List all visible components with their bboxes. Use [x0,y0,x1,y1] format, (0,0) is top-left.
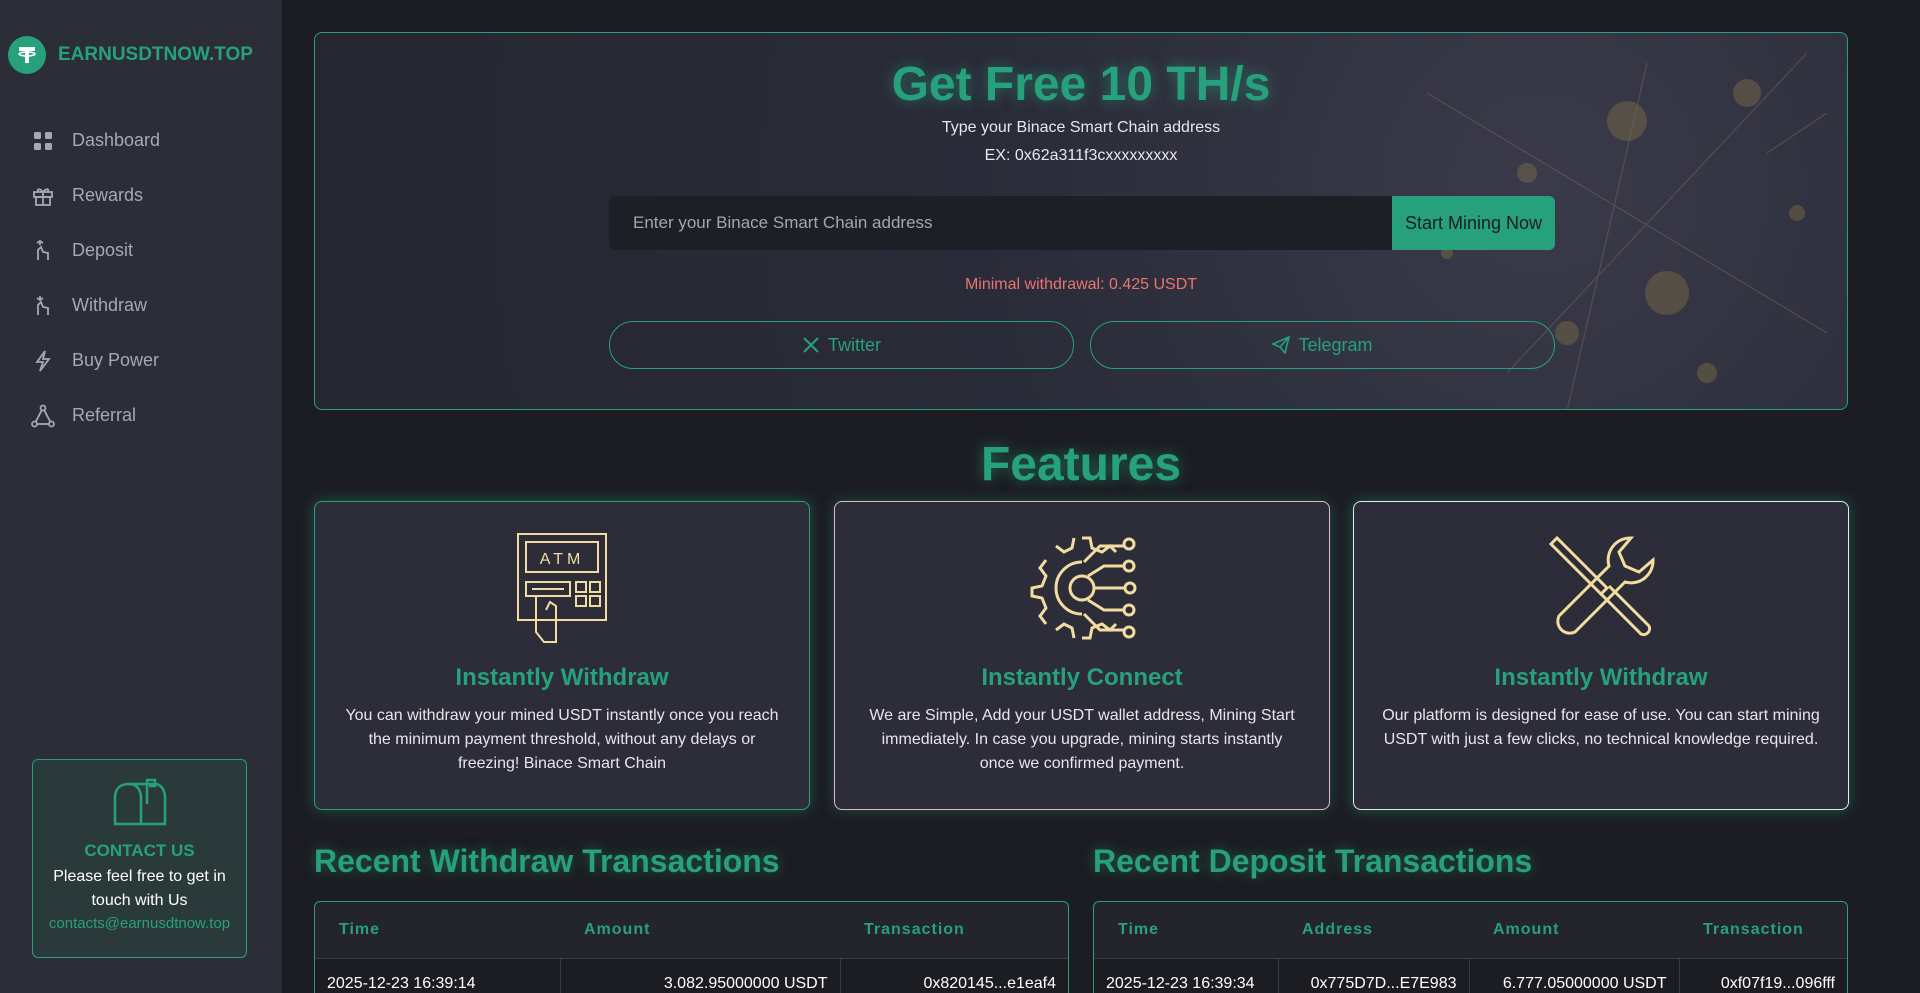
sidebar-item-label: Dashboard [72,130,161,150]
feature-card: Instantly Connect We are Simple, Add you… [834,501,1330,810]
transaction-link[interactable]: 0xf07f19...096fff [1679,958,1847,993]
column-header[interactable]: Address [1278,902,1469,959]
svg-text:ATM: ATM [540,551,585,568]
sidebar-item-withdraw[interactable]: Withdraw [30,278,160,333]
tether-icon [8,36,46,74]
hero-title: Get Free 10 TH/s [891,58,1271,111]
brand-name: EARNUSDTNOW.TOP [58,44,253,65]
sidebar-item-label: Rewards [72,185,144,205]
column-header[interactable]: Time [315,902,560,959]
sidebar-item-label: Withdraw [72,295,148,315]
tools-icon [1354,532,1848,644]
feature-title: Instantly Connect [981,664,1183,691]
hero-panel: Get Free 10 TH/s Type your Binace Smart … [314,32,1848,410]
start-mining-button[interactable]: Start Mining Now [1392,196,1555,250]
table-cell: 3.082.95000000 USDT [560,958,841,993]
sidebar-item-referral[interactable]: Referral [30,388,160,443]
table-row: 2025-12-23 16:39:14 3.082.95000000 USDT … [315,958,1068,993]
feature-title: Instantly Withdraw [455,664,669,691]
grid-icon [30,128,56,154]
deposit-hand-icon [30,238,56,264]
bsc-address-input[interactable] [609,196,1392,250]
atm-icon: ATM [315,532,809,644]
sidebar-item-label: Referral [72,405,137,425]
withdraw-hand-icon [30,293,56,319]
sidebar-item-label: Deposit [72,240,134,260]
feature-card: ATM Instantly Withdraw You can withdraw … [314,501,810,810]
feature-title: Instantly Withdraw [1494,664,1708,691]
telegram-button[interactable]: Telegram [1090,321,1555,369]
network-icon [30,403,56,429]
contact-text: Please feel free to get in touch with Us [53,868,226,909]
transaction-link[interactable]: 0x820145...e1eaf4 [840,958,1068,993]
address-link[interactable]: 0x775D7D...E7E983 [1278,958,1470,993]
twitter-label: Twitter [827,334,881,355]
table-row: 2025-12-23 16:39:34 0x775D7D...E7E983 6.… [1094,958,1847,993]
withdraw-transactions-title: Recent Withdraw Transactions [314,843,780,879]
x-logo-icon [802,336,820,354]
feature-text: You can withdraw your mined USDT instant… [345,707,779,772]
table-cell: 2025-12-23 16:39:14 [315,958,561,993]
sidebar-item-rewards[interactable]: Rewards [30,168,160,223]
contact-title: CONTACT US [84,841,195,860]
column-header[interactable]: Transaction [1679,902,1847,959]
sidebar-item-buy-power[interactable]: Buy Power [30,333,160,388]
contact-card: CONTACT US Please feel free to get in to… [32,759,247,958]
lightning-icon [30,348,56,374]
feature-card: Instantly Withdraw Our platform is desig… [1353,501,1849,810]
sidebar-item-dashboard[interactable]: Dashboard [30,113,160,168]
brand[interactable]: EARNUSDTNOW.TOP [8,36,253,74]
withdraw-transactions-table: Time Amount Transaction 2025-12-23 16:39… [314,901,1069,993]
table-cell: 2025-12-23 16:39:34 [1094,958,1279,993]
gear-circuit-icon [835,532,1329,644]
twitter-button[interactable]: Twitter [609,321,1074,369]
features-title: Features [980,438,1182,491]
mining-form: Start Mining Now [609,196,1555,250]
sidebar-nav: Dashboard Rewards Deposit Withdraw Buy P… [30,113,160,443]
deposit-transactions-table: Time Address Amount Transaction 2025-12-… [1093,901,1848,993]
feature-text: We are Simple, Add your USDT wallet addr… [869,707,1295,772]
hero-example: EX: 0x62a311f3cxxxxxxxxx [984,147,1178,164]
deposit-transactions-title: Recent Deposit Transactions [1093,843,1533,879]
feature-text: Our platform is designed for ease of use… [1382,707,1820,748]
hero-subtitle: Type your Binace Smart Chain address [941,119,1221,136]
telegram-icon [1272,336,1291,354]
table-cell: 6.777.05000000 USDT [1469,958,1680,993]
mailbox-icon [33,778,246,833]
column-header[interactable]: Amount [1469,902,1679,959]
sidebar-item-label: Buy Power [72,350,160,370]
sidebar: EARNUSDTNOW.TOP Dashboard Rewards Deposi… [0,0,282,993]
telegram-label: Telegram [1298,334,1373,355]
min-withdrawal-note: Minimal withdrawal: 0.425 USDT [964,276,1198,293]
column-header[interactable]: Time [1094,902,1278,959]
column-header[interactable]: Transaction [840,902,1068,959]
contact-email-link[interactable]: contacts@earnusdtnow.top [33,915,246,932]
gift-icon [30,183,56,209]
column-header[interactable]: Amount [560,902,840,959]
sidebar-item-deposit[interactable]: Deposit [30,223,160,278]
